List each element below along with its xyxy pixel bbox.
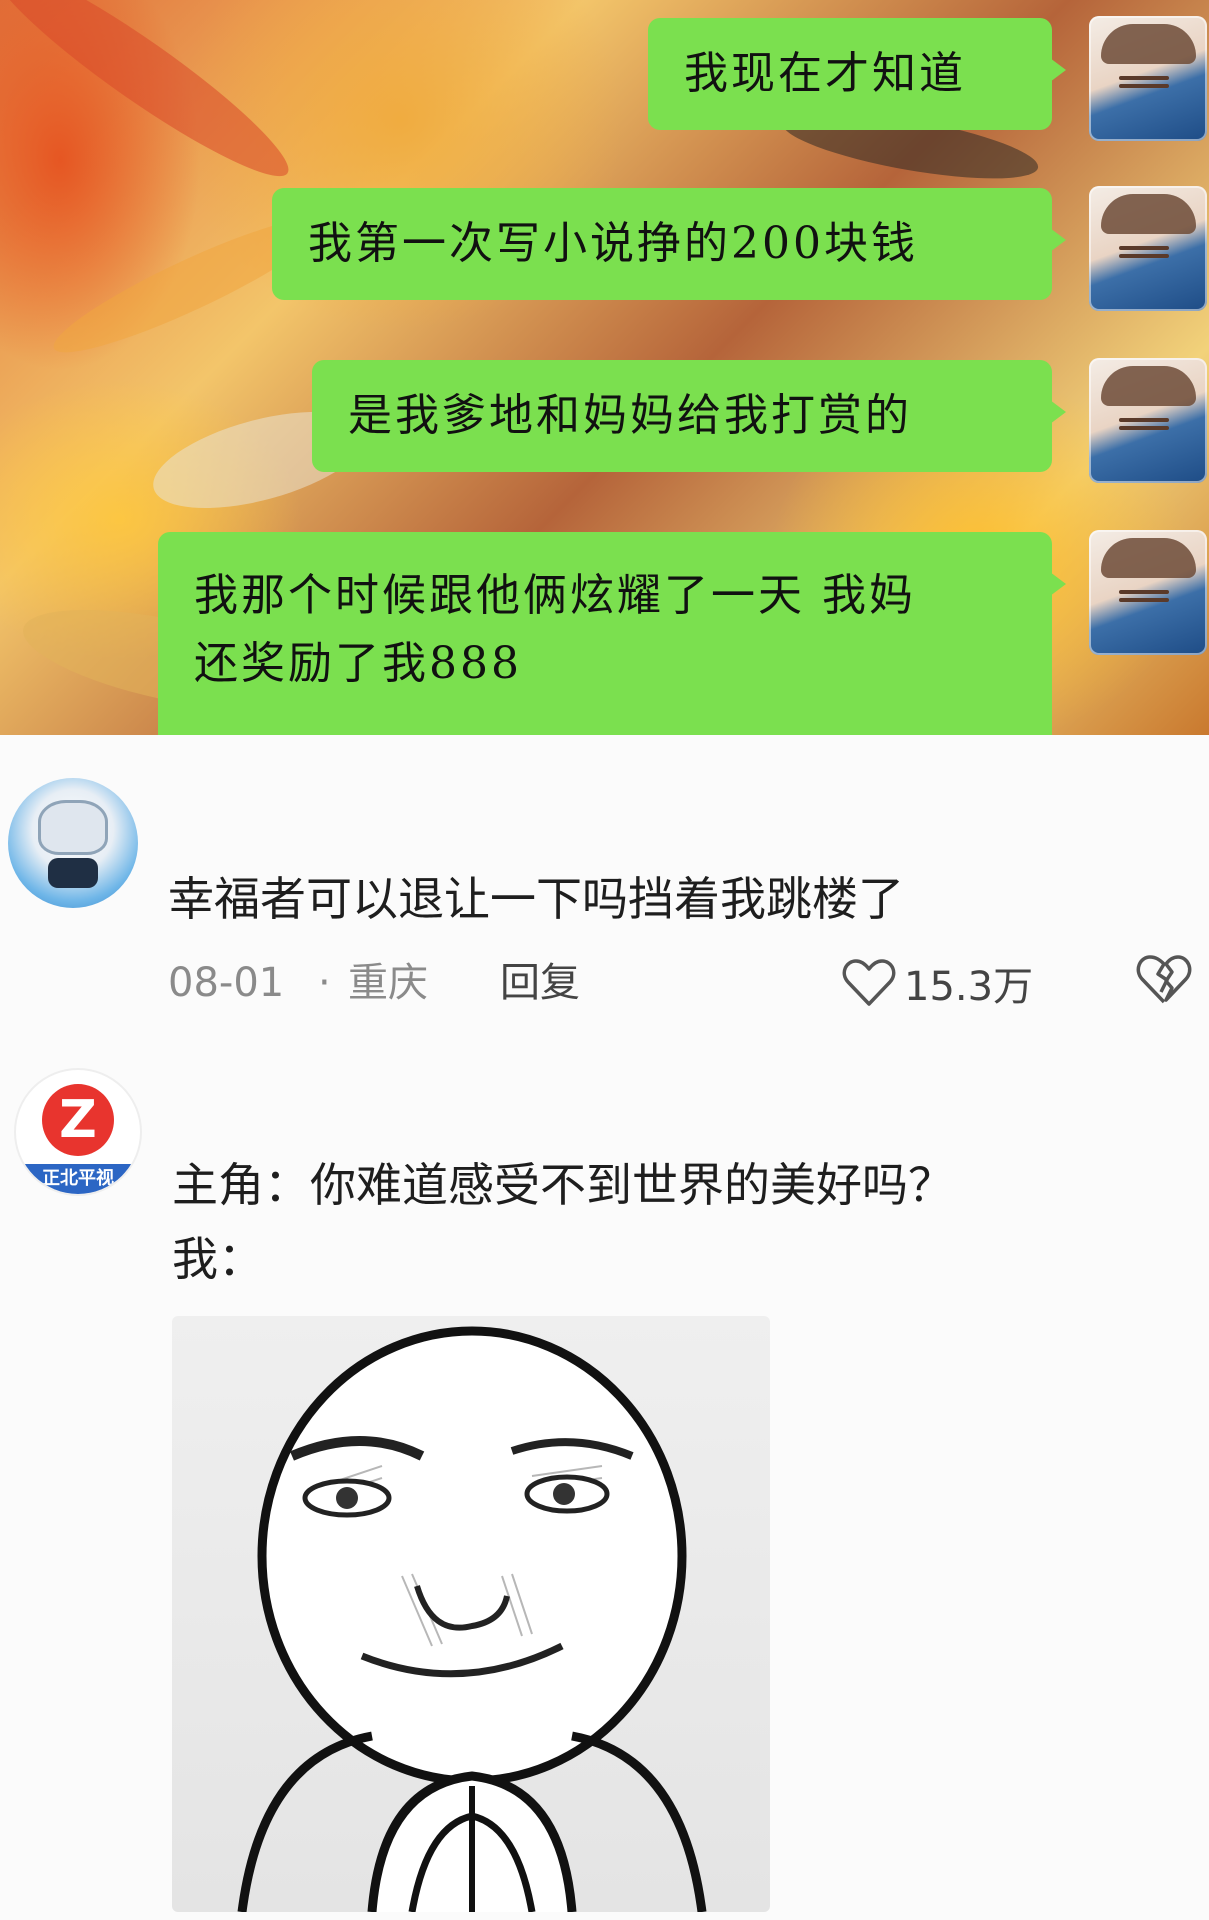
heart-icon [842, 958, 896, 1008]
comment-location: 重庆 [348, 960, 428, 1006]
sender-avatar [1089, 16, 1207, 141]
comment-text-line2: 我： [172, 1232, 264, 1286]
commenter-avatar[interactable] [8, 778, 138, 908]
avatar-logo: Z [42, 1084, 114, 1156]
like-count: 15.3万 [904, 964, 1034, 1010]
commenter-avatar[interactable]: Z 正北平视 [14, 1068, 142, 1196]
chat-bubble-2: 我第一次写小说挣的200块钱 [272, 188, 1066, 300]
chat-bubble-4: 我那个时候跟他俩炫耀了一天 我妈 还奖励了我888 [158, 532, 1066, 735]
sender-avatar-column [1084, 0, 1209, 735]
avatar-band-text: 正北平视 [16, 1164, 140, 1194]
comment-text: 幸福者可以退让一下吗挡着我跳楼了 [168, 872, 904, 926]
dislike-button[interactable] [1136, 954, 1192, 1006]
reply-button[interactable]: 回复 [500, 958, 580, 1008]
sender-avatar [1089, 530, 1207, 655]
meta-separator: · [318, 960, 331, 1006]
comment-text-line1: 主角：你难道感受不到世界的美好吗？ [172, 1158, 954, 1212]
meme-image[interactable] [172, 1316, 770, 1912]
meme-face-drawing [237, 1326, 707, 1912]
sender-avatar [1089, 358, 1207, 483]
like-button[interactable]: 15.3万 [842, 955, 1033, 1011]
broken-heart-icon [1136, 954, 1192, 1006]
chat-bubble-1: 我现在才知道 [648, 18, 1066, 130]
comment-date: 08-01 [168, 960, 285, 1006]
sender-avatar [1089, 186, 1207, 311]
chat-bubble-3: 是我爹地和妈妈给我打赏的 [312, 360, 1066, 472]
chat-bubble-4-line2: 还奖励了我888 [194, 638, 522, 689]
chat-screenshot-image: 我现在才知道 我第一次写小说挣的200块钱 是我爹地和妈妈给我打赏的 我那个时候… [0, 0, 1209, 735]
chat-bubble-4-line1: 我那个时候跟他俩炫耀了一天 我妈 [194, 570, 916, 621]
